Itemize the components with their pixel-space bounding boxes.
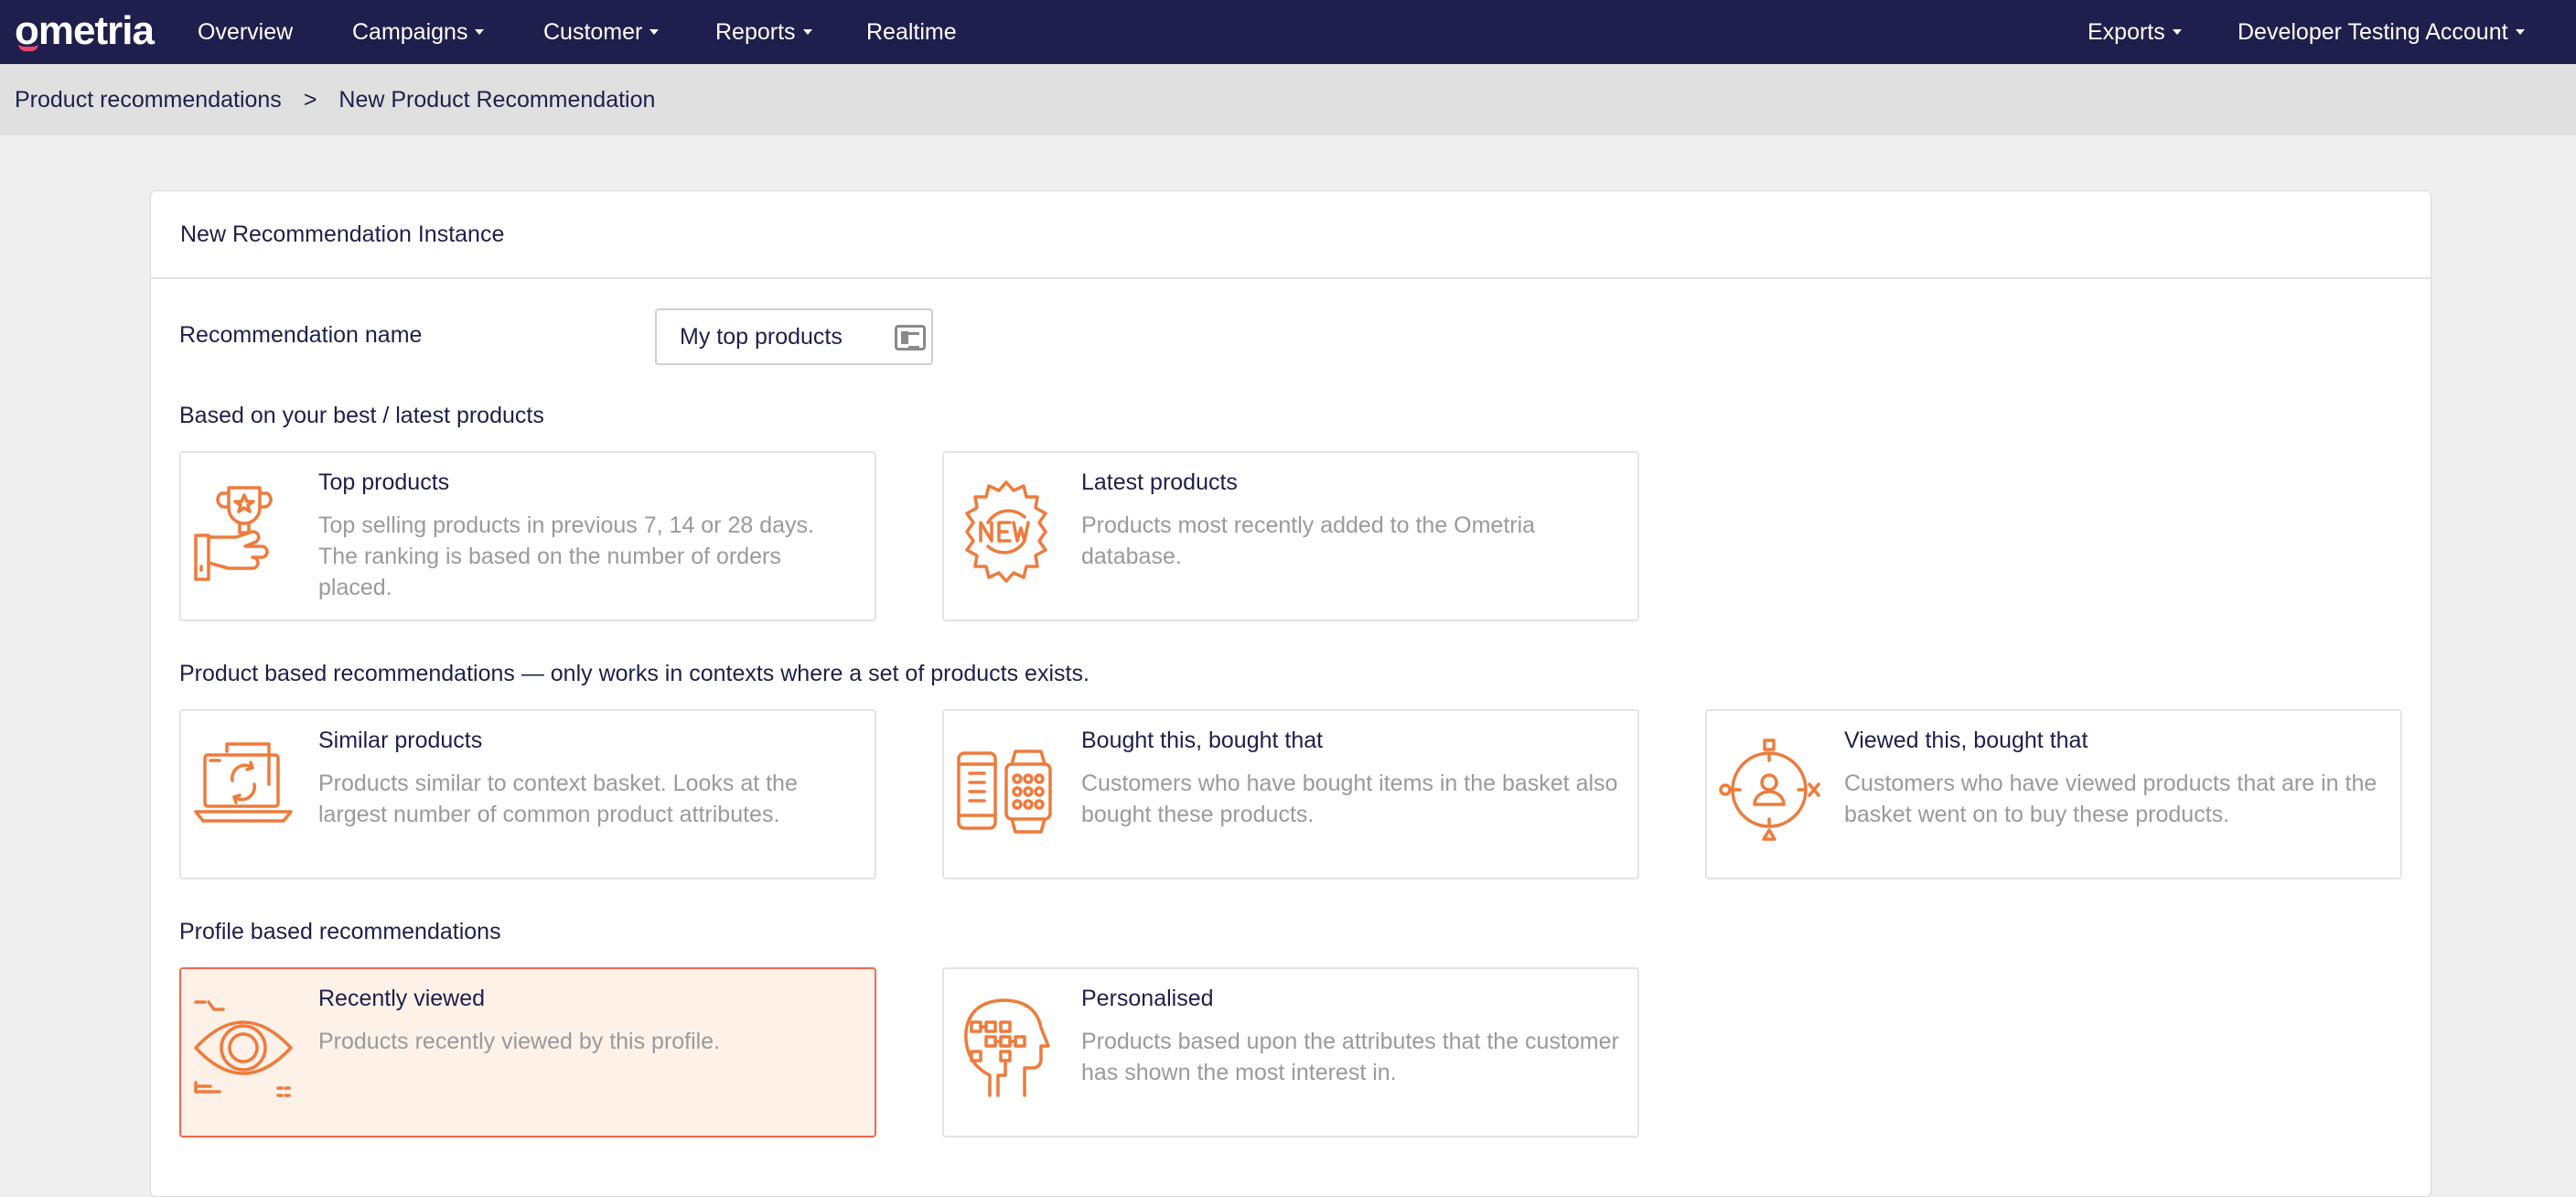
card-viewed-this-bought-that[interactable]: Viewed this, bought that Customers who h… [1705, 709, 2402, 879]
card-recently-viewed[interactable]: Recently viewed Products recently viewed… [179, 967, 876, 1138]
top-nav: ometria Overview Campaigns Customer Repo… [0, 0, 2576, 64]
card-title: Viewed this, bought that [1844, 728, 2088, 753]
breadcrumb-parent-link[interactable]: Product recommendations [15, 87, 282, 113]
section-heading-product-based: Product based recommendations — only wor… [179, 661, 1089, 686]
card-title: Similar products [318, 728, 483, 753]
card-description: Products recently viewed by this profile… [318, 1029, 721, 1054]
breadcrumb-separator: > [303, 86, 317, 113]
nav-exports[interactable]: Exports [2088, 0, 2182, 64]
nav-reports[interactable]: Reports [715, 0, 812, 64]
contact-card-icon[interactable] [895, 325, 926, 350]
nav-account[interactable]: Developer Testing Account [2238, 0, 2525, 64]
section-heading-profile-based: Profile based recommendations [179, 919, 501, 944]
target-user-icon [1719, 739, 1820, 841]
caret-down-icon [475, 29, 485, 35]
card-latest-products[interactable]: Latest products Products most recently a… [942, 451, 1639, 621]
nav-exports-label: Exports [2088, 18, 2165, 45]
nav-realtime[interactable]: Realtime [866, 0, 957, 64]
nav-campaigns-label: Campaigns [352, 18, 468, 45]
card-title: Personalised [1081, 986, 1214, 1011]
card-description: Customers who have bought items in the b… [1081, 771, 1618, 827]
trophy-hand-icon [194, 486, 273, 581]
breadcrumb: Product recommendations > New Product Re… [0, 64, 2576, 135]
caret-down-icon [2172, 29, 2182, 35]
breadcrumb-current: New Product Recommendation [338, 86, 656, 113]
caret-down-icon [2515, 29, 2525, 35]
card-title: Recently viewed [318, 986, 486, 1011]
ometria-logo[interactable]: ometria [15, 7, 155, 55]
card-title: Top products [318, 469, 450, 495]
panel-title: New Recommendation Instance [151, 191, 2431, 279]
recommendation-name-label: Recommendation name [179, 322, 423, 348]
card-title: Latest products [1081, 469, 1238, 495]
card-description: Products based upon the attributes that … [1081, 1029, 1619, 1085]
card-bought-this-bought-that[interactable]: Bought this, bought that Customers who h… [942, 709, 1639, 879]
head-circuit-icon [964, 998, 1050, 1097]
nav-realtime-label: Realtime [866, 18, 957, 45]
card-similar-products[interactable]: Similar products Products similar to con… [179, 709, 876, 879]
caret-down-icon [802, 29, 812, 35]
card-personalised[interactable]: Personalised Products based upon the att… [942, 967, 1639, 1138]
nav-customer[interactable]: Customer [543, 0, 660, 64]
eye-icon [194, 1000, 293, 1097]
card-description: Customers who have viewed products that … [1844, 771, 2377, 827]
recommendation-name-input[interactable]: My top products [655, 308, 933, 365]
card-title: Bought this, bought that [1081, 728, 1324, 753]
card-description: Products similar to context basket. Look… [318, 771, 798, 827]
caret-down-icon [649, 29, 660, 35]
nav-overview[interactable]: Overview [198, 0, 293, 64]
new-badge-icon [965, 480, 1047, 583]
nav-reports-label: Reports [715, 18, 796, 45]
card-top-products[interactable]: Top products Top selling products in pre… [179, 451, 876, 621]
nav-overview-label: Overview [198, 18, 294, 45]
nav-customer-label: Customer [543, 18, 643, 45]
card-description: Products most recently added to the Omet… [1081, 512, 1536, 569]
laptop-sync-icon [194, 742, 293, 823]
nav-account-label: Developer Testing Account [2238, 18, 2508, 45]
card-description: Top selling products in previous 7, 14 o… [318, 512, 814, 600]
phone-watch-icon [957, 749, 1052, 834]
recommendation-name-value: My top products [680, 323, 843, 350]
nav-campaigns[interactable]: Campaigns [352, 0, 485, 64]
section-heading-best-latest: Based on your best / latest products [179, 403, 544, 428]
